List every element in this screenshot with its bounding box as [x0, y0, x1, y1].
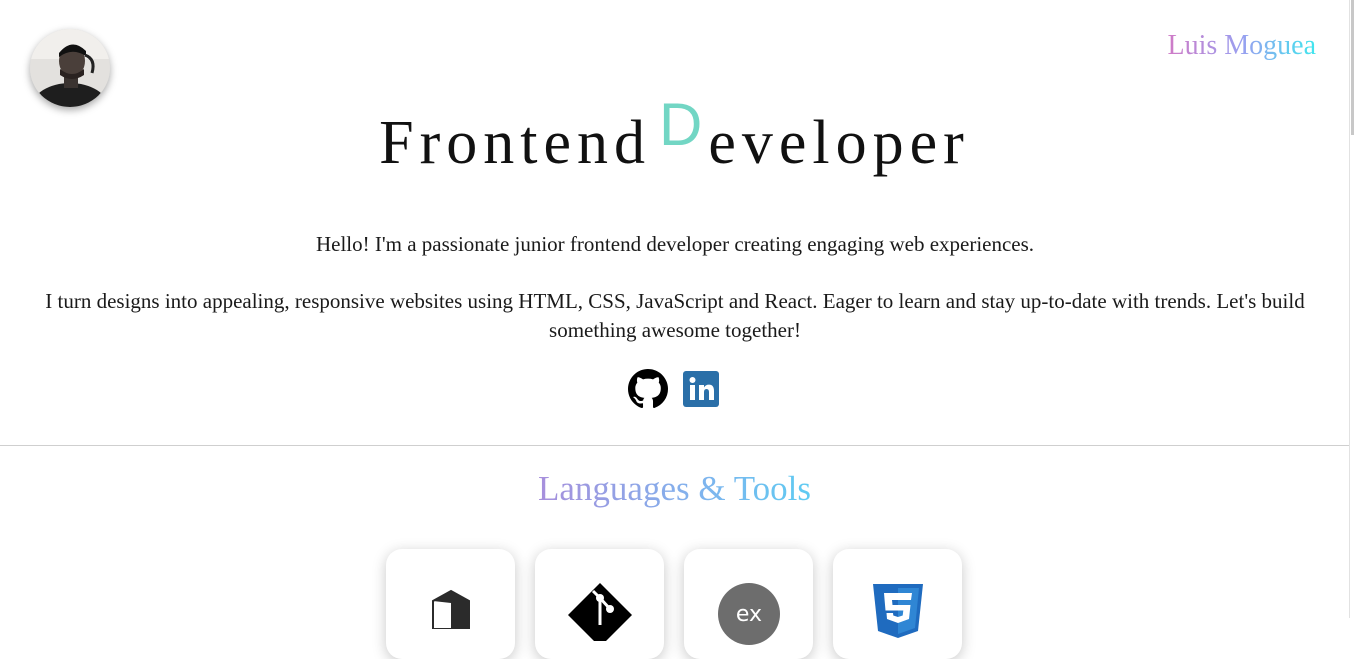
profile-photo-icon: [30, 29, 110, 107]
languages-tools-title: Languages & Tools: [538, 469, 811, 508]
section-divider: [0, 445, 1349, 446]
github-icon: [627, 369, 668, 409]
title-part1: Frontend: [379, 109, 652, 177]
linkedin-icon: [683, 371, 720, 407]
intro-description: I turn designs into appealing, responsiv…: [45, 289, 1305, 342]
tool-card-css3[interactable]: [833, 549, 962, 659]
bash-icon: [431, 589, 470, 629]
tool-card-git[interactable]: [535, 549, 664, 659]
languages-tools-heading: Languages & Tools: [0, 467, 1349, 511]
svg-text:ex: ex: [735, 602, 761, 627]
avatar: [30, 29, 110, 107]
css3-icon: [872, 584, 923, 638]
linkedin-link[interactable]: [680, 369, 722, 409]
title-accent-letter: D: [659, 91, 709, 158]
social-links: [0, 369, 1349, 409]
intro-greeting: Hello! I'm a passionate junior frontend …: [315, 232, 1035, 256]
express-icon: ex: [717, 583, 780, 645]
github-link[interactable]: [627, 369, 669, 409]
page-scrollbar[interactable]: [1349, 0, 1354, 618]
tool-card-express[interactable]: ex: [684, 549, 813, 659]
tool-card-bash[interactable]: [386, 549, 515, 659]
tools-grid: ex: [386, 549, 962, 659]
hero-title: Frontend Developer: [0, 91, 1349, 179]
git-icon: [567, 583, 632, 641]
brand-name[interactable]: Luis Moguea: [1167, 30, 1316, 62]
title-part2: eveloper: [708, 109, 970, 177]
